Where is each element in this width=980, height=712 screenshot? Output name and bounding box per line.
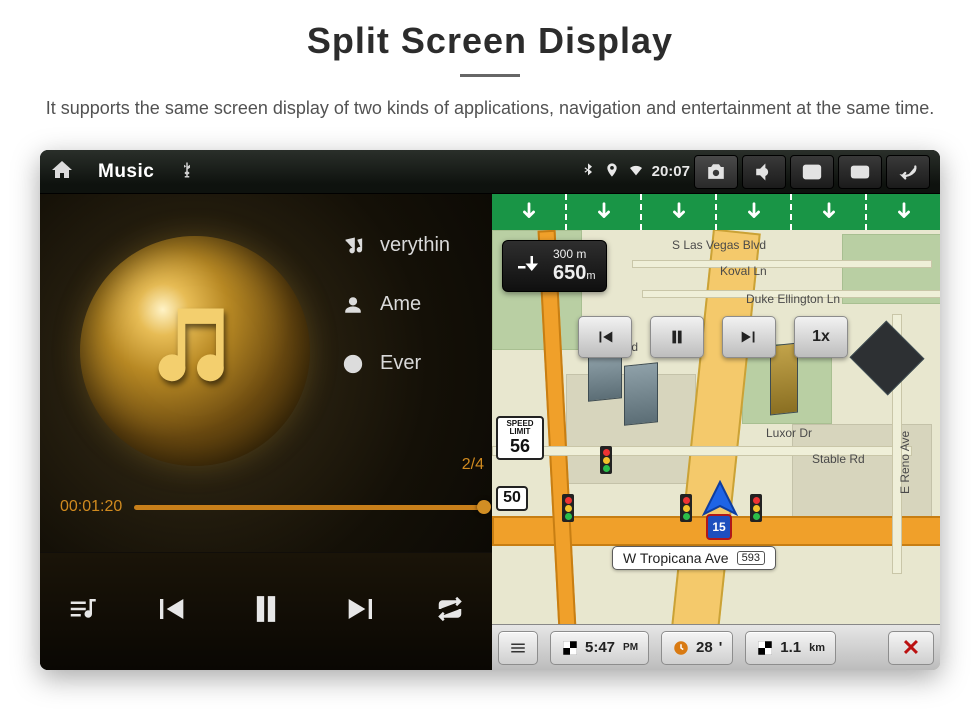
turn-next-distance: 300 m [553,247,596,261]
track-album: Ever [380,352,421,375]
track-artist: Ame [380,293,421,316]
street-s-las-vegas: S Las Vegas Blvd [672,238,766,252]
artist-icon [340,294,366,316]
album-icon [340,353,366,375]
repeat-button[interactable] [435,594,465,629]
location-icon [604,162,620,182]
page-subtitle: It supports the same screen display of t… [40,95,940,122]
route-badge: 593 [737,551,765,565]
elapsed-time: 00:01:20 [60,498,122,516]
nav-distance-chip[interactable]: 1.1km [745,631,836,665]
street-koval: Koval Ln [720,264,767,278]
progress-track[interactable] [134,505,484,510]
lane-arrow-icon [642,194,717,230]
wifi-icon [628,162,644,182]
statusbar-clock: 20:07 [652,163,690,180]
map-next-button[interactable] [722,316,776,358]
street-duke: Duke Ellington Ln [746,292,840,306]
statusbar-app-title: Music [98,161,154,183]
page-title: Split Screen Display [40,20,940,62]
nav-bottom-bar: 5:47PM 28' 1.1km ✕ [492,624,940,670]
turn-main-distance: 650 [553,262,586,284]
nav-close-button[interactable]: ✕ [888,631,934,665]
bluetooth-icon [580,162,596,182]
street-reno: E Reno Ave [898,431,912,494]
lane-arrow-icon [867,194,940,230]
next-button[interactable] [342,589,382,634]
track-title-icon [340,235,366,257]
track-title: verythin [380,234,450,257]
map-speed-button[interactable]: 1x [794,316,848,358]
route-shield-50: 50 [496,486,528,511]
home-icon[interactable] [50,158,74,185]
music-controls [40,552,492,670]
map-media-controls: 1x [578,316,848,358]
nav-traveltime-chip[interactable]: 28' [661,631,733,665]
music-note-icon [147,297,239,394]
current-position-icon [700,480,740,520]
speed-limit-sign: SPEED LIMIT 56 [496,416,544,460]
playback-progress[interactable]: 00:01:20 [60,492,484,522]
nav-eta-chip[interactable]: 5:47PM [550,631,649,665]
navigation-pane[interactable]: S Las Vegas Blvd Koval Ln Duke Ellington… [492,194,940,670]
traffic-light-icon [562,494,574,522]
music-pane: verythin Ame Ever 2/4 00:01:20 [40,194,492,670]
map-pause-button[interactable] [650,316,704,358]
lane-arrow-icon [567,194,642,230]
progress-knob[interactable] [477,500,491,514]
lane-arrow-icon [792,194,867,230]
lane-guidance-bar [492,194,940,230]
track-metadata: verythin Ame Ever [340,234,486,375]
device-screenshot: Music 20:07 [40,150,940,670]
volume-button[interactable] [742,155,786,189]
close-app-button[interactable] [790,155,834,189]
status-bar: Music 20:07 [40,150,940,194]
street-luxor: Luxor Dr [766,426,812,440]
title-underline [460,74,520,77]
nav-menu-button[interactable] [498,631,538,665]
lane-arrow-icon [717,194,792,230]
screenshot-button[interactable] [694,155,738,189]
playlist-button[interactable] [67,594,97,629]
street-stable: Stable Rd [812,452,865,466]
usb-icon [178,161,196,182]
split-screen-button[interactable] [838,155,882,189]
album-art [80,236,310,466]
traffic-light-icon [750,494,762,522]
map-prev-button[interactable] [578,316,632,358]
traffic-light-icon [680,494,692,522]
track-counter: 2/4 [462,456,484,474]
pause-button[interactable] [244,587,288,636]
traffic-light-icon [600,446,612,474]
previous-button[interactable] [150,589,190,634]
turn-instruction: 300 m 650m [502,240,607,292]
turn-main-unit: m [586,270,595,282]
back-button[interactable] [886,155,930,189]
current-street-pill: W Tropicana Ave 593 [612,546,776,570]
lane-arrow-icon [492,194,567,230]
